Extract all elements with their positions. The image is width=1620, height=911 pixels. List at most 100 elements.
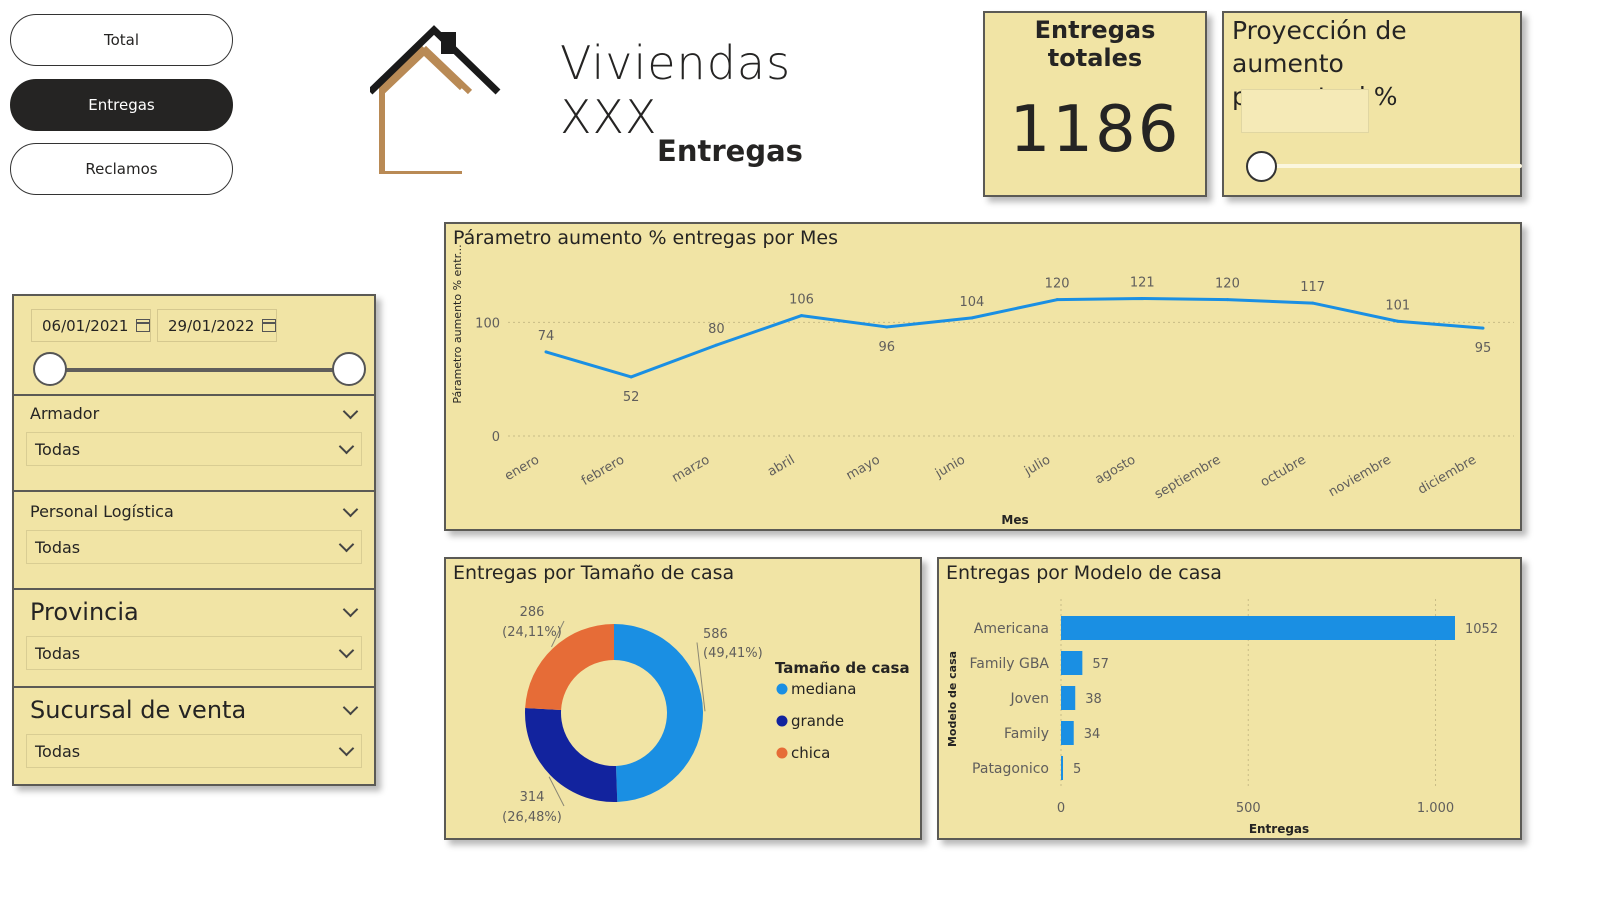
bar-joven[interactable] bbox=[1061, 686, 1076, 710]
chevron-down-icon[interactable] bbox=[342, 699, 359, 716]
bar-data-label: 34 bbox=[1084, 727, 1101, 742]
line-point[interactable] bbox=[1396, 319, 1400, 323]
line-ytick-label: 0 bbox=[492, 430, 500, 445]
line-data-label: 117 bbox=[1300, 280, 1325, 295]
slicer-provincia-dropdown[interactable]: Todas bbox=[26, 636, 362, 670]
total-button[interactable]: Total bbox=[10, 14, 233, 66]
house-logo-icon bbox=[370, 25, 501, 174]
line-data-label: 96 bbox=[878, 340, 895, 355]
donut-chart-card: Entregas por Tamaño de casa 586 (49,41%) 3… bbox=[444, 557, 922, 840]
line-xtick-label: marzo bbox=[670, 452, 713, 485]
line-point[interactable] bbox=[800, 314, 804, 318]
chevron-down-icon[interactable] bbox=[342, 601, 359, 618]
line-data-label: 121 bbox=[1130, 276, 1155, 291]
slicer-provincia: Provincia Todas bbox=[14, 588, 375, 686]
slicer-personal-logistica: Personal Logística Todas bbox=[14, 490, 375, 588]
slicer-sucursal-dropdown[interactable]: Todas bbox=[26, 734, 362, 768]
calendar-icon[interactable] bbox=[262, 319, 276, 332]
line-data-label: 52 bbox=[623, 390, 640, 405]
bar-data-label: 57 bbox=[1092, 657, 1109, 672]
donut-data-label: 286 bbox=[520, 605, 545, 620]
line-xtick-label: febrero bbox=[579, 452, 627, 488]
line-point[interactable] bbox=[1140, 297, 1144, 301]
line-xtick-label: junio bbox=[932, 452, 968, 481]
kpi-card: Entregas totales 1186 bbox=[983, 11, 1207, 197]
line-point[interactable] bbox=[1055, 298, 1059, 302]
line-xtick-label: octubre bbox=[1258, 452, 1309, 490]
slicer-armador-value: Todas bbox=[35, 439, 81, 459]
date-range-start-thumb[interactable] bbox=[33, 352, 67, 386]
bar-category-label: Family GBA bbox=[969, 656, 1049, 672]
line-point[interactable] bbox=[885, 325, 889, 329]
legend-marker-grande bbox=[776, 715, 788, 727]
line-point[interactable] bbox=[714, 343, 718, 347]
bar-americana[interactable] bbox=[1061, 616, 1455, 640]
date-range-track[interactable] bbox=[49, 368, 349, 372]
line-xtick-label: enero bbox=[502, 452, 542, 484]
kpi-value: 1186 bbox=[1009, 93, 1181, 167]
end-date-value: 29/01/2022 bbox=[168, 316, 255, 335]
chevron-down-icon[interactable] bbox=[338, 438, 355, 455]
date-range-end-thumb[interactable] bbox=[332, 352, 366, 386]
chevron-down-icon[interactable] bbox=[338, 740, 355, 757]
line-ytick-label: 100 bbox=[475, 316, 500, 331]
line-point[interactable] bbox=[1481, 326, 1485, 330]
slicer-armador-dropdown[interactable]: Todas bbox=[26, 432, 362, 466]
line-chart-card: Párametro aumento % entregas por Mes 0 10… bbox=[444, 222, 1522, 531]
entregas-button[interactable]: Entregas bbox=[10, 79, 233, 131]
bar-xtick-label: 0 bbox=[1057, 801, 1065, 816]
line-series bbox=[545, 297, 1484, 379]
slicer-personal-logistica-label: Personal Logística bbox=[30, 502, 174, 521]
chevron-down-icon[interactable] bbox=[338, 536, 355, 553]
line-point[interactable] bbox=[1311, 301, 1315, 305]
legend-label-grande[interactable]: grande bbox=[791, 712, 844, 730]
bar-data-label: 1052 bbox=[1465, 622, 1498, 637]
donut-slice-mediana[interactable] bbox=[614, 624, 703, 802]
projection-slider-thumb[interactable] bbox=[1246, 151, 1277, 182]
line-chart-ylabel: Párametro aumento % entr... bbox=[451, 244, 464, 403]
donut-data-pct: (24,11%) bbox=[502, 625, 562, 640]
line-point[interactable] bbox=[544, 350, 548, 354]
line-data-label: 74 bbox=[538, 329, 555, 344]
reclamos-button[interactable]: Reclamos bbox=[10, 143, 233, 195]
line-chart: 0 100 74 52 80 106 96 104 120 121 120 117 101 95 ener… bbox=[451, 244, 1514, 527]
bar-category-label: Family bbox=[1004, 726, 1049, 742]
chevron-down-icon[interactable] bbox=[338, 642, 355, 659]
slicer-sucursal-value: Todas bbox=[35, 741, 81, 761]
line-xtick-label: abril bbox=[765, 452, 797, 479]
bar-category-label: Joven bbox=[1010, 691, 1049, 707]
legend-label-chica[interactable]: chica bbox=[791, 744, 830, 762]
projection-input[interactable] bbox=[1241, 89, 1369, 133]
line-xtick-label: septiembre bbox=[1152, 452, 1223, 502]
legend-label-mediana[interactable]: mediana bbox=[791, 680, 856, 698]
bar-patagonico[interactable] bbox=[1061, 756, 1063, 780]
donut-data-label: 314 bbox=[520, 790, 545, 805]
donut-data-pct: (49,41%) bbox=[703, 646, 763, 661]
start-date-input[interactable]: 06/01/2021 bbox=[31, 309, 151, 342]
chevron-down-icon[interactable] bbox=[342, 501, 359, 518]
line-chart-xlabel: Mes bbox=[1001, 513, 1028, 527]
filter-panel: 06/01/2021 29/01/2022 Armador Todas Pers… bbox=[12, 294, 376, 786]
bar-chart-ylabel: Modelo de casa bbox=[946, 651, 959, 747]
line-data-label: 80 bbox=[708, 322, 725, 337]
projection-slider-track[interactable] bbox=[1260, 164, 1522, 168]
kpi-title: Entregas totales bbox=[1034, 16, 1156, 72]
calendar-icon[interactable] bbox=[136, 319, 150, 332]
projection-title-line1: Proyección de aumento bbox=[1232, 16, 1407, 78]
donut-data-label: 586 bbox=[703, 627, 728, 642]
bar-family[interactable] bbox=[1061, 721, 1074, 745]
donut-slice-grande[interactable] bbox=[525, 708, 618, 802]
bar-category-label: Patagonico bbox=[972, 761, 1049, 777]
donut-chart: 586 (49,41%) 314 (26,48%) 286 (24,11%) Tamaño… bbox=[502, 605, 910, 825]
end-date-input[interactable]: 29/01/2022 bbox=[157, 309, 277, 342]
line-point[interactable] bbox=[1225, 298, 1229, 302]
bar-family-gba[interactable] bbox=[1061, 651, 1083, 675]
chevron-down-icon[interactable] bbox=[342, 403, 359, 420]
slicer-sucursal-de-venta: Sucursal de venta Todas bbox=[14, 686, 375, 784]
line-point[interactable] bbox=[970, 316, 974, 320]
donut-data-pct: (26,48%) bbox=[502, 810, 562, 825]
line-data-label: 95 bbox=[1475, 341, 1492, 356]
line-point[interactable] bbox=[629, 375, 633, 379]
slicer-personal-logistica-dropdown[interactable]: Todas bbox=[26, 530, 362, 564]
donut-legend-title: Tamaño de casa bbox=[775, 659, 910, 677]
